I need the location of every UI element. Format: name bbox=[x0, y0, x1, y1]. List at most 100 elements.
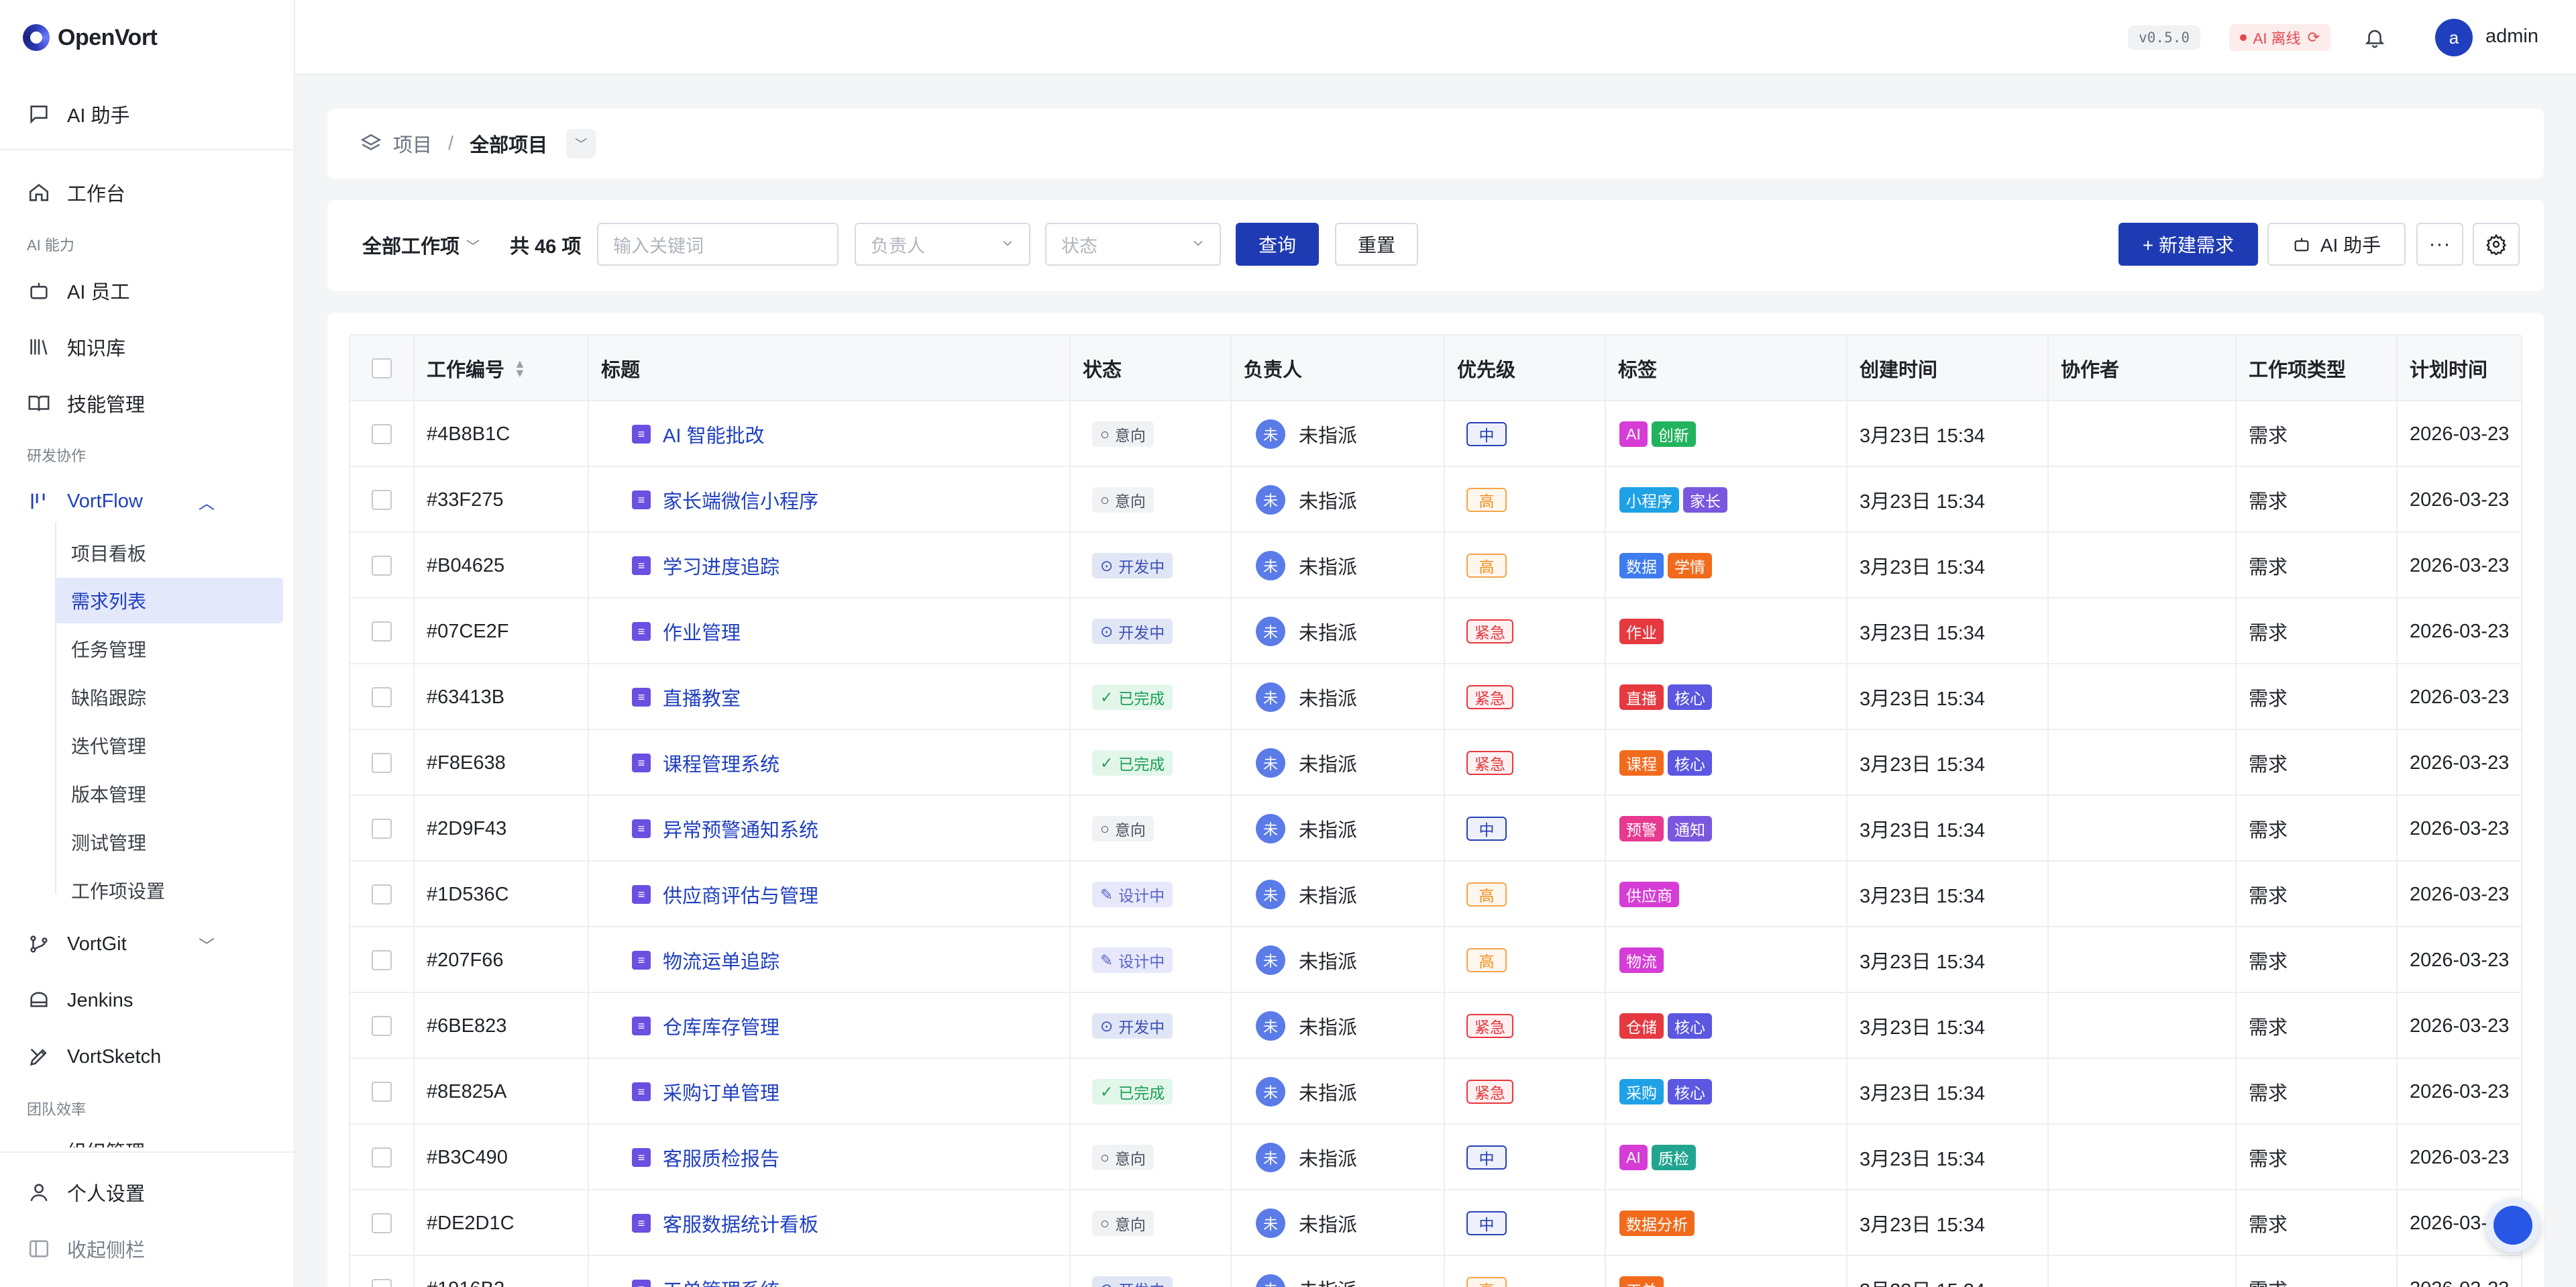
item-title-link[interactable]: 学习进度追踪 bbox=[663, 552, 780, 580]
sidebar-item-vortflow[interactable]: VortFlow ︿ bbox=[27, 479, 282, 523]
sidebar-subitem-requirements[interactable]: 需求列表 bbox=[55, 578, 283, 623]
row-checkbox[interactable] bbox=[372, 1279, 392, 1287]
item-title-link[interactable]: 客服质检报告 bbox=[663, 1143, 780, 1172]
assignee-name[interactable]: 未指派 bbox=[1299, 880, 1357, 909]
status-badge[interactable]: ⊙开发中 bbox=[1092, 619, 1173, 644]
tag[interactable]: 课程 bbox=[1619, 750, 1664, 776]
breadcrumb-parent[interactable]: 项目 bbox=[393, 130, 432, 158]
priority-badge[interactable]: 紧急 bbox=[1466, 1014, 1513, 1038]
tag[interactable]: 核心 bbox=[1668, 750, 1712, 776]
ai-helper-button[interactable]: AI 助手 bbox=[2267, 223, 2406, 266]
priority-badge[interactable]: 高 bbox=[1466, 488, 1507, 512]
new-requirement-button[interactable]: + 新建需求 bbox=[2118, 223, 2258, 266]
row-checkbox[interactable] bbox=[372, 884, 392, 905]
item-title-link[interactable]: 直播教室 bbox=[663, 683, 741, 711]
tag[interactable]: 采购 bbox=[1619, 1079, 1664, 1104]
tag[interactable]: 直播 bbox=[1619, 684, 1664, 710]
select-all-checkbox[interactable] bbox=[372, 358, 392, 378]
sort-icon[interactable]: ▲ ▼ bbox=[514, 357, 526, 379]
priority-badge[interactable]: 高 bbox=[1466, 1277, 1507, 1287]
sidebar-subitem-versions[interactable]: 版本管理 bbox=[55, 771, 283, 817]
status-badge[interactable]: ○ 意向 bbox=[1092, 816, 1154, 841]
table-row[interactable]: #63413B ≡ 直播教室 ✓ 已完成未未指派 紧急 直播 核心 3月23日 15:34 需求 2… bbox=[350, 664, 2521, 730]
tag[interactable]: 通知 bbox=[1668, 816, 1712, 841]
scope-dropdown[interactable]: 全部工作项 ﹀ bbox=[362, 231, 480, 259]
tag[interactable]: 质检 bbox=[1651, 1145, 1696, 1170]
tag[interactable]: 数据分析 bbox=[1619, 1211, 1695, 1236]
tag[interactable]: 数据 bbox=[1619, 553, 1664, 578]
item-title-link[interactable]: 采购订单管理 bbox=[663, 1078, 780, 1106]
tag[interactable]: 核心 bbox=[1668, 1013, 1712, 1039]
app-logo[interactable]: OpenVort bbox=[23, 21, 158, 54]
assignee-name[interactable]: 未指派 bbox=[1299, 552, 1357, 580]
tag[interactable]: 核心 bbox=[1668, 1079, 1712, 1104]
sidebar-item-skills[interactable]: 技能管理 bbox=[27, 381, 282, 425]
status-badge[interactable]: ○ 意向 bbox=[1092, 487, 1154, 513]
table-row[interactable]: #07CE2F ≡ 作业管理 ⊙ 开发中未未指派 紧急 作业 3月23日 15:34 需求 202… bbox=[350, 599, 2521, 664]
assignee-name[interactable]: 未指派 bbox=[1299, 420, 1357, 448]
sidebar-subitem-board[interactable]: 项目看板 bbox=[55, 530, 283, 576]
row-checkbox[interactable] bbox=[372, 490, 392, 510]
priority-badge[interactable]: 中 bbox=[1466, 817, 1507, 841]
item-title-link[interactable]: 客服数据统计看板 bbox=[663, 1209, 818, 1237]
priority-badge[interactable]: 高 bbox=[1466, 882, 1507, 907]
row-checkbox[interactable] bbox=[372, 1213, 392, 1233]
project-switch-dropdown[interactable]: ﹀ bbox=[566, 129, 596, 158]
assignee-select[interactable]: 负责人 bbox=[855, 223, 1030, 266]
assignee-name[interactable]: 未指派 bbox=[1299, 683, 1357, 711]
sidebar-item-jenkins[interactable]: Jenkins bbox=[27, 978, 282, 1023]
priority-badge[interactable]: 紧急 bbox=[1466, 1080, 1513, 1104]
settings-button[interactable] bbox=[2473, 223, 2520, 266]
status-badge[interactable]: ✎ 设计中 bbox=[1092, 947, 1173, 973]
assignee-name[interactable]: 未指派 bbox=[1299, 617, 1357, 646]
sidebar-item-collapse[interactable]: 收起侧栏 bbox=[27, 1227, 282, 1271]
status-select[interactable]: 状态 bbox=[1045, 223, 1221, 266]
item-title-link[interactable]: AI 智能批改 bbox=[663, 420, 764, 448]
item-title-link[interactable]: 工单管理系统 bbox=[663, 1275, 780, 1287]
priority-badge[interactable]: 紧急 bbox=[1466, 619, 1513, 644]
tag[interactable]: 仓储 bbox=[1619, 1013, 1664, 1039]
assignee-name[interactable]: 未指派 bbox=[1299, 749, 1357, 777]
priority-badge[interactable]: 高 bbox=[1466, 554, 1507, 578]
priority-badge[interactable]: 中 bbox=[1466, 1211, 1507, 1235]
status-badge[interactable]: ⊙开发中 bbox=[1092, 1276, 1173, 1287]
row-checkbox[interactable] bbox=[372, 687, 392, 707]
refresh-icon[interactable]: ⟳ bbox=[2308, 29, 2320, 46]
tag[interactable]: AI bbox=[1619, 1145, 1648, 1170]
tag[interactable]: AI bbox=[1619, 421, 1648, 447]
tag[interactable]: 小程序 bbox=[1619, 487, 1679, 513]
assignee-name[interactable]: 未指派 bbox=[1299, 486, 1357, 514]
item-title-link[interactable]: 异常预警通知系统 bbox=[663, 815, 818, 843]
row-checkbox[interactable] bbox=[372, 819, 392, 839]
tag[interactable]: 学情 bbox=[1668, 553, 1712, 578]
status-badge[interactable]: ⊙开发中 bbox=[1092, 553, 1173, 578]
tag[interactable]: 创新 bbox=[1651, 421, 1696, 447]
row-checkbox[interactable] bbox=[372, 1147, 392, 1168]
priority-badge[interactable]: 中 bbox=[1466, 422, 1507, 446]
row-checkbox[interactable] bbox=[372, 621, 392, 641]
row-checkbox[interactable] bbox=[372, 753, 392, 773]
avatar[interactable]: a bbox=[2435, 19, 2473, 56]
table-row[interactable]: #1D536C ≡ 供应商评估与管理 ✎ 设计中未未指派高供应商 3月23日 15:34 需… bbox=[350, 862, 2521, 927]
bell-icon[interactable] bbox=[2361, 24, 2388, 51]
query-button[interactable]: 查询 bbox=[1236, 223, 1319, 266]
priority-badge[interactable]: 紧急 bbox=[1466, 685, 1513, 709]
tag[interactable]: 物流 bbox=[1619, 947, 1664, 973]
sidebar-subitem-bugs[interactable]: 缺陷跟踪 bbox=[55, 674, 283, 720]
tag[interactable]: 供应商 bbox=[1619, 882, 1679, 907]
item-title-link[interactable]: 物流运单追踪 bbox=[663, 946, 780, 974]
table-row[interactable]: #F8E638 ≡ 课程管理系统 ✓ 已完成未未指派 紧急 课程 核心 3月23日 15:34 需… bbox=[350, 730, 2521, 796]
table-row[interactable]: #1916B2 ≡ 工单管理系统 ⊙ 开发中 未 未指派 高 工单 3月23日 15:34 需求 20… bbox=[350, 1256, 2521, 1287]
item-title-link[interactable]: 家长端微信小程序 bbox=[663, 486, 818, 514]
sidebar-subitem-tasks[interactable]: 任务管理 bbox=[55, 626, 283, 672]
item-title-link[interactable]: 供应商评估与管理 bbox=[663, 880, 818, 909]
item-title-link[interactable]: 作业管理 bbox=[663, 617, 741, 646]
assignee-name[interactable]: 未指派 bbox=[1299, 1275, 1357, 1287]
status-badge[interactable]: ✓ 已完成 bbox=[1092, 1079, 1173, 1104]
reset-button[interactable]: 重置 bbox=[1335, 223, 1418, 266]
row-checkbox[interactable] bbox=[372, 1016, 392, 1036]
table-row[interactable]: #4B8B1C ≡ AI 智能批改 ○ 意向未未指派中 AI 创新 3月23日 15:34 需求… bbox=[350, 401, 2521, 467]
priority-badge[interactable]: 紧急 bbox=[1466, 751, 1513, 775]
status-badge[interactable]: ○ 意向 bbox=[1092, 421, 1154, 447]
sidebar-item-vortsketch[interactable]: VortSketch bbox=[27, 1035, 282, 1079]
